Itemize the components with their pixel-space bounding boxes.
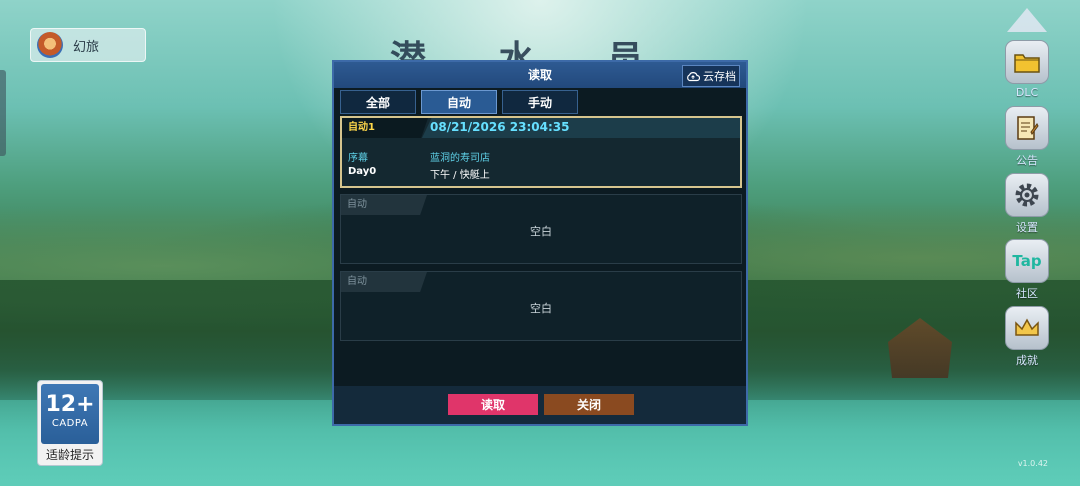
collapse-up-icon[interactable]	[1007, 8, 1047, 32]
tap-icon-text: Tap	[1012, 252, 1042, 270]
tap-icon: Tap	[1005, 239, 1049, 283]
age-rating-label: 适龄提示	[45, 448, 94, 462]
sidebar-item-community[interactable]: Tap 社区	[1004, 239, 1050, 301]
sidebar-label: 公告	[1016, 154, 1038, 167]
left-edge-handle[interactable]	[0, 70, 6, 156]
sidebar-item-settings[interactable]: 设置	[1004, 173, 1050, 235]
sidebar-label: DLC	[1015, 86, 1039, 99]
tab-bar: 全部 自动 手动	[340, 90, 578, 114]
sidebar-label: 社区	[1016, 287, 1038, 300]
age-rating-org: CADPA	[51, 418, 89, 429]
close-button[interactable]: 关闭	[544, 394, 634, 415]
age-rating-box: 12+ CADPA	[41, 384, 99, 444]
sidebar-item-dlc[interactable]: DLC	[1004, 40, 1050, 99]
slot-chapter: 序幕	[348, 153, 368, 164]
cloud-save-button[interactable]: 云存档	[682, 65, 740, 87]
tab-all[interactable]: 全部	[340, 90, 416, 114]
sidebar-item-achievements[interactable]: 成就	[1004, 306, 1050, 368]
save-slot-1[interactable]: 自动1 08/21/2026 23:04:35 序幕 蓝洞的寿司店 Day0 下…	[340, 116, 742, 188]
notice-icon	[1005, 106, 1049, 150]
cloud-icon	[687, 71, 700, 81]
user-profile-chip[interactable]: 幻旅	[30, 28, 146, 62]
slot-timestamp: 08/21/2026 23:04:35	[430, 120, 570, 134]
crown-icon	[1005, 306, 1049, 350]
folder-icon	[1005, 40, 1049, 84]
slot-tag: 自动	[341, 272, 427, 292]
slot-empty-label: 空白	[530, 302, 552, 315]
slot-location: 蓝洞的寿司店	[430, 153, 490, 164]
age-rating-number: 12+	[45, 392, 95, 417]
slot-tag: 自动1	[342, 118, 428, 138]
slot-period: 下午 / 快艇上	[430, 170, 490, 181]
avatar	[37, 32, 63, 58]
save-slot-2[interactable]: 自动 空白	[340, 194, 742, 264]
age-rating-badge[interactable]: 12+ CADPA 适龄提示	[37, 380, 103, 466]
sidebar-label: 设置	[1016, 221, 1038, 234]
load-button[interactable]: 读取	[448, 394, 538, 415]
save-slot-3[interactable]: 自动 空白	[340, 271, 742, 341]
sidebar-label: 成就	[1016, 354, 1038, 367]
tab-manual[interactable]: 手动	[502, 90, 578, 114]
slot-tag: 自动	[341, 195, 427, 215]
dialog-footer: 读取 关闭	[334, 386, 746, 424]
slot-empty-label: 空白	[530, 225, 552, 238]
dialog-header: 读取 云存档	[334, 62, 746, 88]
load-dialog: 读取 云存档 全部 自动 手动 自动1 08/21/2026 23:04:35 …	[332, 60, 748, 426]
version-label: v1.0.42	[1017, 459, 1048, 468]
sidebar-item-notice[interactable]: 公告	[1004, 106, 1050, 168]
user-name: 幻旅	[73, 39, 100, 55]
slot-day: Day0	[348, 166, 377, 177]
tab-auto[interactable]: 自动	[421, 90, 497, 114]
gear-icon	[1005, 173, 1049, 217]
cloud-save-label: 云存档	[703, 70, 736, 83]
